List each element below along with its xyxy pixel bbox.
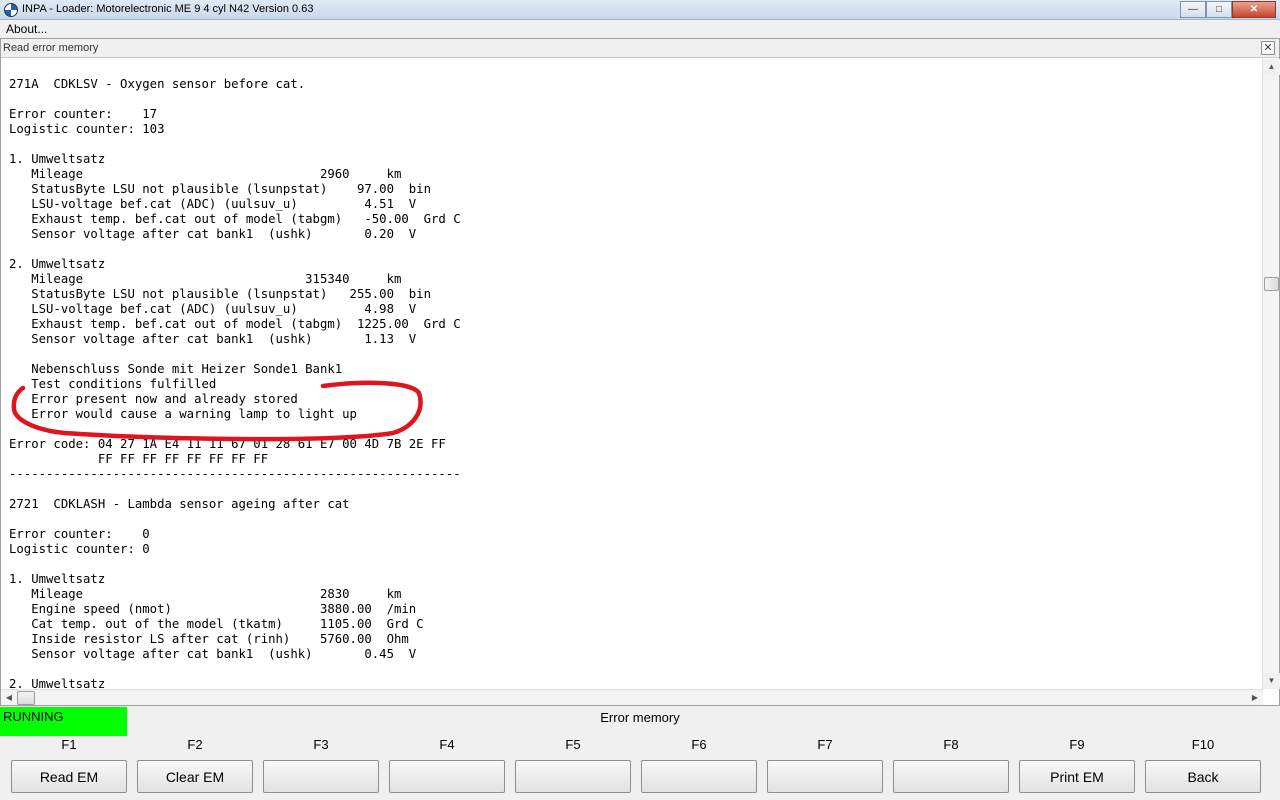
title-bar: INPA - Loader: Motorelectronic ME 9 4 cy… xyxy=(0,0,1280,20)
close-icon[interactable]: ✕ xyxy=(1232,1,1276,18)
maximize-icon[interactable]: □ xyxy=(1206,1,1232,18)
fkey-label-f8: F8 xyxy=(943,737,959,752)
fkey-label-f7: F7 xyxy=(817,737,833,752)
horizontal-scroll-thumb[interactable] xyxy=(17,691,35,705)
menu-bar: About... xyxy=(0,20,1280,38)
bmw-logo-icon xyxy=(4,3,18,17)
f7-button[interactable] xyxy=(767,760,883,793)
vertical-scroll-thumb[interactable] xyxy=(1264,277,1279,291)
f8-button[interactable] xyxy=(893,760,1009,793)
panel-title: Error memory xyxy=(600,710,680,725)
child-title-bar: Read error memory ✕ xyxy=(1,39,1279,58)
f6-button[interactable] xyxy=(641,760,757,793)
menu-about[interactable]: About... xyxy=(6,22,47,36)
fkey-label-f4: F4 xyxy=(439,737,455,752)
report-text-area[interactable]: 271A CDKLSV - Oxygen sensor before cat. … xyxy=(1,59,1263,689)
scroll-down-icon[interactable]: ▼ xyxy=(1263,673,1280,689)
error-memory-window: Read error memory ✕ 271A CDKLSV - Oxygen… xyxy=(0,38,1280,706)
scroll-right-icon[interactable]: ▶ xyxy=(1247,690,1263,706)
child-window-title: Read error memory xyxy=(3,42,99,54)
horizontal-scrollbar[interactable]: ◀ ▶ xyxy=(1,689,1263,705)
fkey-label-f9: F9 xyxy=(1069,737,1085,752)
minimize-icon[interactable]: — xyxy=(1180,1,1206,18)
back-button[interactable]: Back xyxy=(1145,760,1261,793)
fkey-label-f10: F10 xyxy=(1191,737,1215,752)
f5-button[interactable] xyxy=(515,760,631,793)
window-title: INPA - Loader: Motorelectronic ME 9 4 cy… xyxy=(22,3,314,15)
fkey-label-f6: F6 xyxy=(691,737,707,752)
error-report-text: 271A CDKLSV - Oxygen sensor before cat. … xyxy=(9,77,461,689)
read-em-button[interactable]: Read EM xyxy=(11,760,127,793)
vertical-scrollbar[interactable]: ▲ ▼ xyxy=(1262,59,1280,689)
scroll-up-icon[interactable]: ▲ xyxy=(1263,59,1280,75)
fkey-label-f5: F5 xyxy=(565,737,581,752)
fkey-label-f2: F2 xyxy=(187,737,203,752)
f3-button[interactable] xyxy=(263,760,379,793)
window-controls: — □ ✕ xyxy=(1180,1,1276,18)
fkey-label-f1: F1 xyxy=(61,737,77,752)
function-key-panel: RUNNING Error memory F1 F2 F3 F4 F5 F6 F… xyxy=(0,706,1280,800)
f4-button[interactable] xyxy=(389,760,505,793)
print-em-button[interactable]: Print EM xyxy=(1019,760,1135,793)
scroll-left-icon[interactable]: ◀ xyxy=(1,690,17,706)
child-close-icon[interactable]: ✕ xyxy=(1261,41,1275,55)
clear-em-button[interactable]: Clear EM xyxy=(137,760,253,793)
fkey-label-f3: F3 xyxy=(313,737,329,752)
